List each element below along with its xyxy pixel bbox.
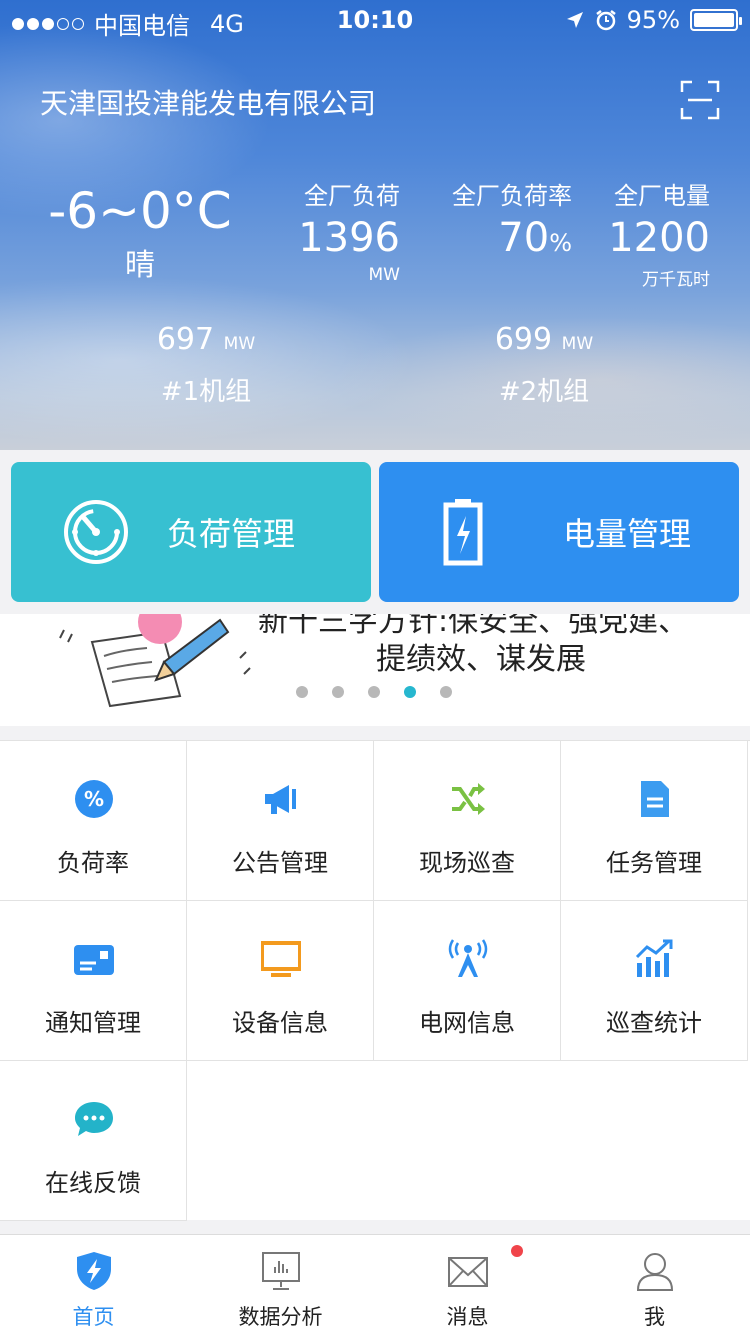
megaphone-icon [265,785,296,814]
stat-value: 70% [498,215,572,261]
grid-item-equipment[interactable]: 设备信息 [187,901,374,1061]
monitor-icon [261,941,301,977]
header-hero: 中国电信 4G 10:10 95% 天津国投津能发电有限公司 -6~0°C 晴 … [0,0,750,450]
envelope-icon [448,1257,488,1287]
stat-unit: 万千瓦时 [642,270,710,290]
percent-icon: % [75,780,113,818]
load-management-label: 负荷管理 [167,515,296,553]
grid-item-label: 巡查统计 [606,1009,702,1037]
power-management-button[interactable]: 电量管理 [379,462,739,602]
grid-item-feedback[interactable]: 在线反馈 [0,1061,187,1221]
svg-text:%: % [84,787,104,811]
pager-dot[interactable] [296,686,308,698]
tab-data-analysis[interactable]: 数据分析 [187,1235,374,1334]
grid-item-notifications[interactable]: 通知管理 [0,901,187,1061]
power-management-label: 电量管理 [563,515,692,553]
grid-item-label: 现场巡查 [419,849,515,877]
load-management-button[interactable]: 负荷管理 [11,462,371,602]
grid-item-label: 任务管理 [606,849,702,877]
grid-item-grid-info[interactable]: 电网信息 [374,901,561,1061]
grid-item-label: 设备信息 [232,1009,328,1037]
grid-item-label: 负荷率 [57,849,129,877]
battery-icon [690,9,742,31]
stat-total-load: 全厂负荷 1396 MW [298,176,400,285]
tower-icon [448,939,488,977]
unit-name: #1机组 [160,377,252,407]
battery-percent: 95% [626,6,680,34]
unit-2-panel: 699 MW #2机组 [444,322,644,408]
grid-item-label: 电网信息 [419,1009,515,1037]
banner-text-line2: 提绩效、谋发展 [376,642,586,677]
stat-value: 1200 [608,215,710,261]
grid-item-label: 公告管理 [232,849,328,877]
pager-dot[interactable] [368,686,380,698]
scan-icon[interactable] [680,80,720,120]
stat-label: 全厂电量 [614,182,710,210]
pager-dot[interactable] [332,686,344,698]
grid-item-inspection-stats[interactable]: 巡查统计 [561,901,748,1061]
user-icon [636,1253,674,1291]
location-arrow-icon [566,12,583,28]
grid-item-label: 在线反馈 [45,1169,141,1197]
stat-label: 全厂负荷 [304,182,400,210]
grid-item-tasks[interactable]: 任务管理 [561,741,748,901]
grid-item-label: 通知管理 [45,1009,141,1037]
tab-label: 首页 [72,1305,115,1329]
card-icon [74,945,114,975]
tab-home[interactable]: 首页 [0,1235,187,1334]
shuffle-icon [452,783,485,815]
pager-dot-active[interactable] [404,686,416,698]
tab-messages[interactable]: 消息 [374,1235,561,1334]
grid-item-load-rate[interactable]: % 负荷率 [0,741,187,901]
company-name: 天津国投津能发电有限公司 [40,87,377,120]
chat-icon [75,1102,113,1136]
weather-condition: 晴 [125,248,155,283]
messages-unread-badge [511,1245,523,1257]
grid-item-site-inspection[interactable]: 现场巡查 [374,741,561,901]
tab-label: 数据分析 [238,1305,323,1329]
function-grid: % 负荷率 公告管理 现场巡查 任务管理 通知管理 设备信息 电网信息 巡查统计… [0,740,750,1221]
tab-me[interactable]: 我 [561,1235,748,1334]
analytics-board-icon [262,1252,300,1290]
stat-value: 1396 [298,215,400,261]
tab-label: 消息 [446,1305,489,1329]
pager-dot[interactable] [440,686,452,698]
unit-value: 697 MW [156,322,256,357]
weather-temperature: -6~0°C [48,182,232,240]
stat-total-energy: 全厂电量 1200 万千瓦时 [608,176,710,290]
banner-carousel[interactable]: 新十三字方针:保安全、强党建、 提绩效、谋发展 [0,614,750,726]
unit-name: #2机组 [498,377,590,407]
pencil-paper-illustration [59,614,251,708]
carousel-pager[interactable] [296,686,452,698]
document-icon [641,781,669,817]
chart-icon [635,939,673,977]
unit-value: 699 MW [494,322,594,357]
alarm-icon [595,10,616,31]
status-bar: 中国电信 4G 10:10 95% [0,0,750,40]
grid-item-announcements[interactable]: 公告管理 [187,741,374,901]
stat-label: 全厂负荷率 [452,182,572,210]
shield-bolt-icon [77,1252,111,1290]
tab-label: 我 [644,1305,665,1329]
unit-1-panel: 697 MW #1机组 [106,322,306,408]
gauge-icon [64,500,128,564]
bottom-tab-bar: 首页 数据分析 消息 我 [0,1234,750,1334]
stat-unit: MW [368,265,400,285]
stat-load-rate: 全厂负荷率 70% [452,176,572,261]
battery-bolt-icon [443,499,483,566]
